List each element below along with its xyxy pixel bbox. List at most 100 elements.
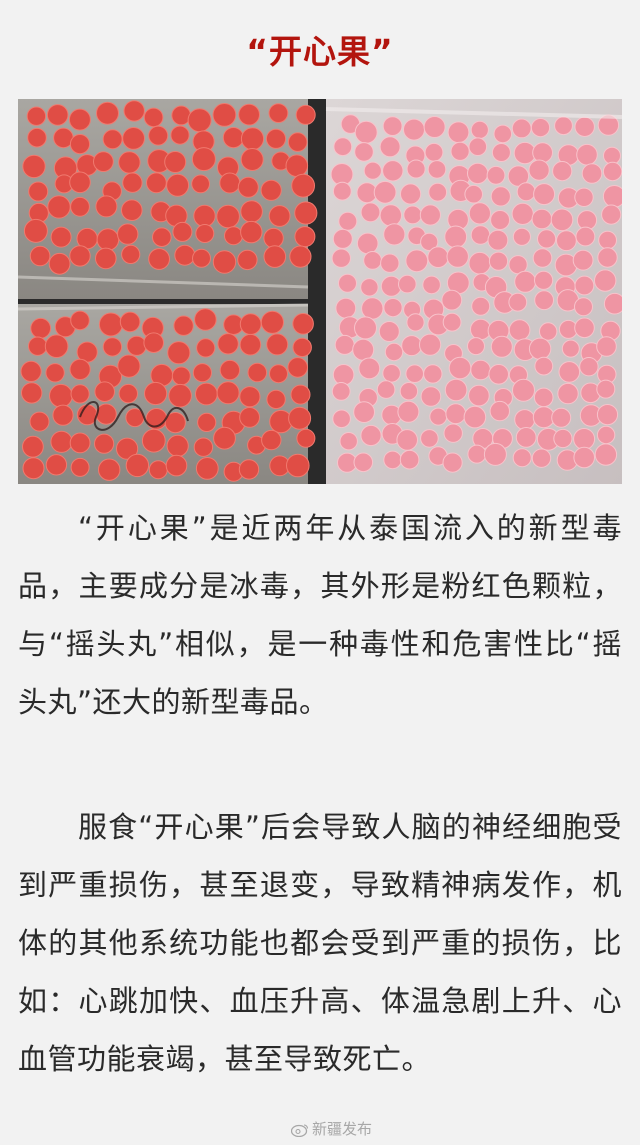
pill — [195, 382, 218, 406]
pill — [240, 220, 263, 244]
pill — [468, 384, 490, 407]
pill — [69, 358, 91, 380]
pill — [68, 108, 91, 131]
pill — [260, 310, 284, 334]
pill — [594, 443, 618, 466]
pill — [269, 364, 288, 384]
pill — [296, 428, 316, 448]
pill — [96, 228, 120, 251]
pill — [512, 378, 535, 402]
pill — [360, 278, 379, 297]
pill — [602, 185, 622, 208]
pill — [446, 245, 469, 268]
pill — [47, 195, 71, 219]
pill — [363, 251, 383, 270]
pill — [353, 401, 376, 424]
pill — [294, 226, 316, 248]
article-paragraph: “开心果”是近两年从泰国流入的新型毒品，主要成分是冰毒，其外形是粉红色颗粒，与“… — [18, 511, 622, 719]
pill — [514, 409, 536, 431]
pill — [361, 297, 384, 320]
pill — [287, 357, 309, 378]
pill — [332, 228, 353, 249]
pill — [288, 406, 312, 430]
article-title: “开心果” — [246, 32, 394, 71]
pill — [470, 359, 491, 381]
pill — [363, 161, 382, 180]
pill — [531, 448, 552, 468]
pill — [70, 310, 90, 331]
pill — [376, 380, 396, 399]
pill — [238, 103, 261, 126]
pill — [354, 120, 378, 144]
pill — [292, 337, 312, 358]
pill — [102, 337, 123, 357]
pill — [28, 181, 49, 202]
pill — [490, 335, 513, 358]
pill — [556, 230, 577, 252]
pill — [170, 125, 190, 145]
pill — [515, 427, 537, 448]
pill — [423, 116, 446, 138]
pill — [22, 457, 45, 480]
pill — [594, 269, 617, 292]
pill — [50, 430, 73, 453]
pill — [268, 205, 291, 227]
pill — [379, 204, 402, 227]
pill — [69, 134, 91, 155]
pill — [468, 137, 488, 157]
pill — [194, 308, 217, 331]
pill — [561, 339, 580, 358]
pill — [289, 245, 312, 268]
pill — [516, 182, 536, 202]
weibo-logo-icon — [290, 1123, 309, 1137]
pill — [427, 160, 447, 179]
pill — [285, 154, 309, 177]
pill — [512, 227, 531, 246]
pill — [219, 359, 241, 381]
pill — [335, 297, 357, 319]
pill — [420, 386, 442, 407]
pill — [508, 292, 528, 312]
pill — [102, 129, 123, 150]
pill — [596, 379, 616, 399]
pill — [117, 223, 139, 245]
pill — [445, 403, 467, 425]
pill — [70, 196, 90, 217]
pill — [443, 423, 463, 443]
pill — [123, 100, 145, 122]
pill — [171, 366, 191, 386]
pill — [441, 289, 463, 311]
pill — [574, 275, 595, 296]
pill — [27, 127, 47, 148]
pill — [403, 205, 423, 225]
pill — [237, 249, 258, 271]
pill — [266, 389, 286, 410]
pill — [442, 312, 462, 332]
pill — [219, 172, 241, 194]
pill — [383, 450, 402, 470]
pill — [338, 273, 357, 293]
pill — [121, 244, 141, 264]
pill — [118, 383, 139, 404]
pill — [331, 248, 351, 268]
pill — [94, 433, 115, 454]
pill — [532, 248, 553, 268]
pill — [424, 142, 444, 162]
pill — [574, 297, 593, 317]
pill — [240, 148, 264, 171]
pill — [530, 118, 551, 138]
pill — [491, 143, 511, 162]
pill — [490, 186, 511, 207]
pill — [581, 163, 603, 184]
pill — [46, 104, 69, 126]
pill — [166, 434, 189, 457]
pill — [406, 159, 426, 179]
pill — [50, 226, 72, 248]
pill — [360, 202, 381, 223]
pill — [508, 319, 531, 341]
pill — [98, 458, 121, 481]
pill — [532, 142, 553, 163]
pill — [338, 211, 358, 231]
pill — [486, 165, 506, 185]
pill — [447, 121, 470, 144]
